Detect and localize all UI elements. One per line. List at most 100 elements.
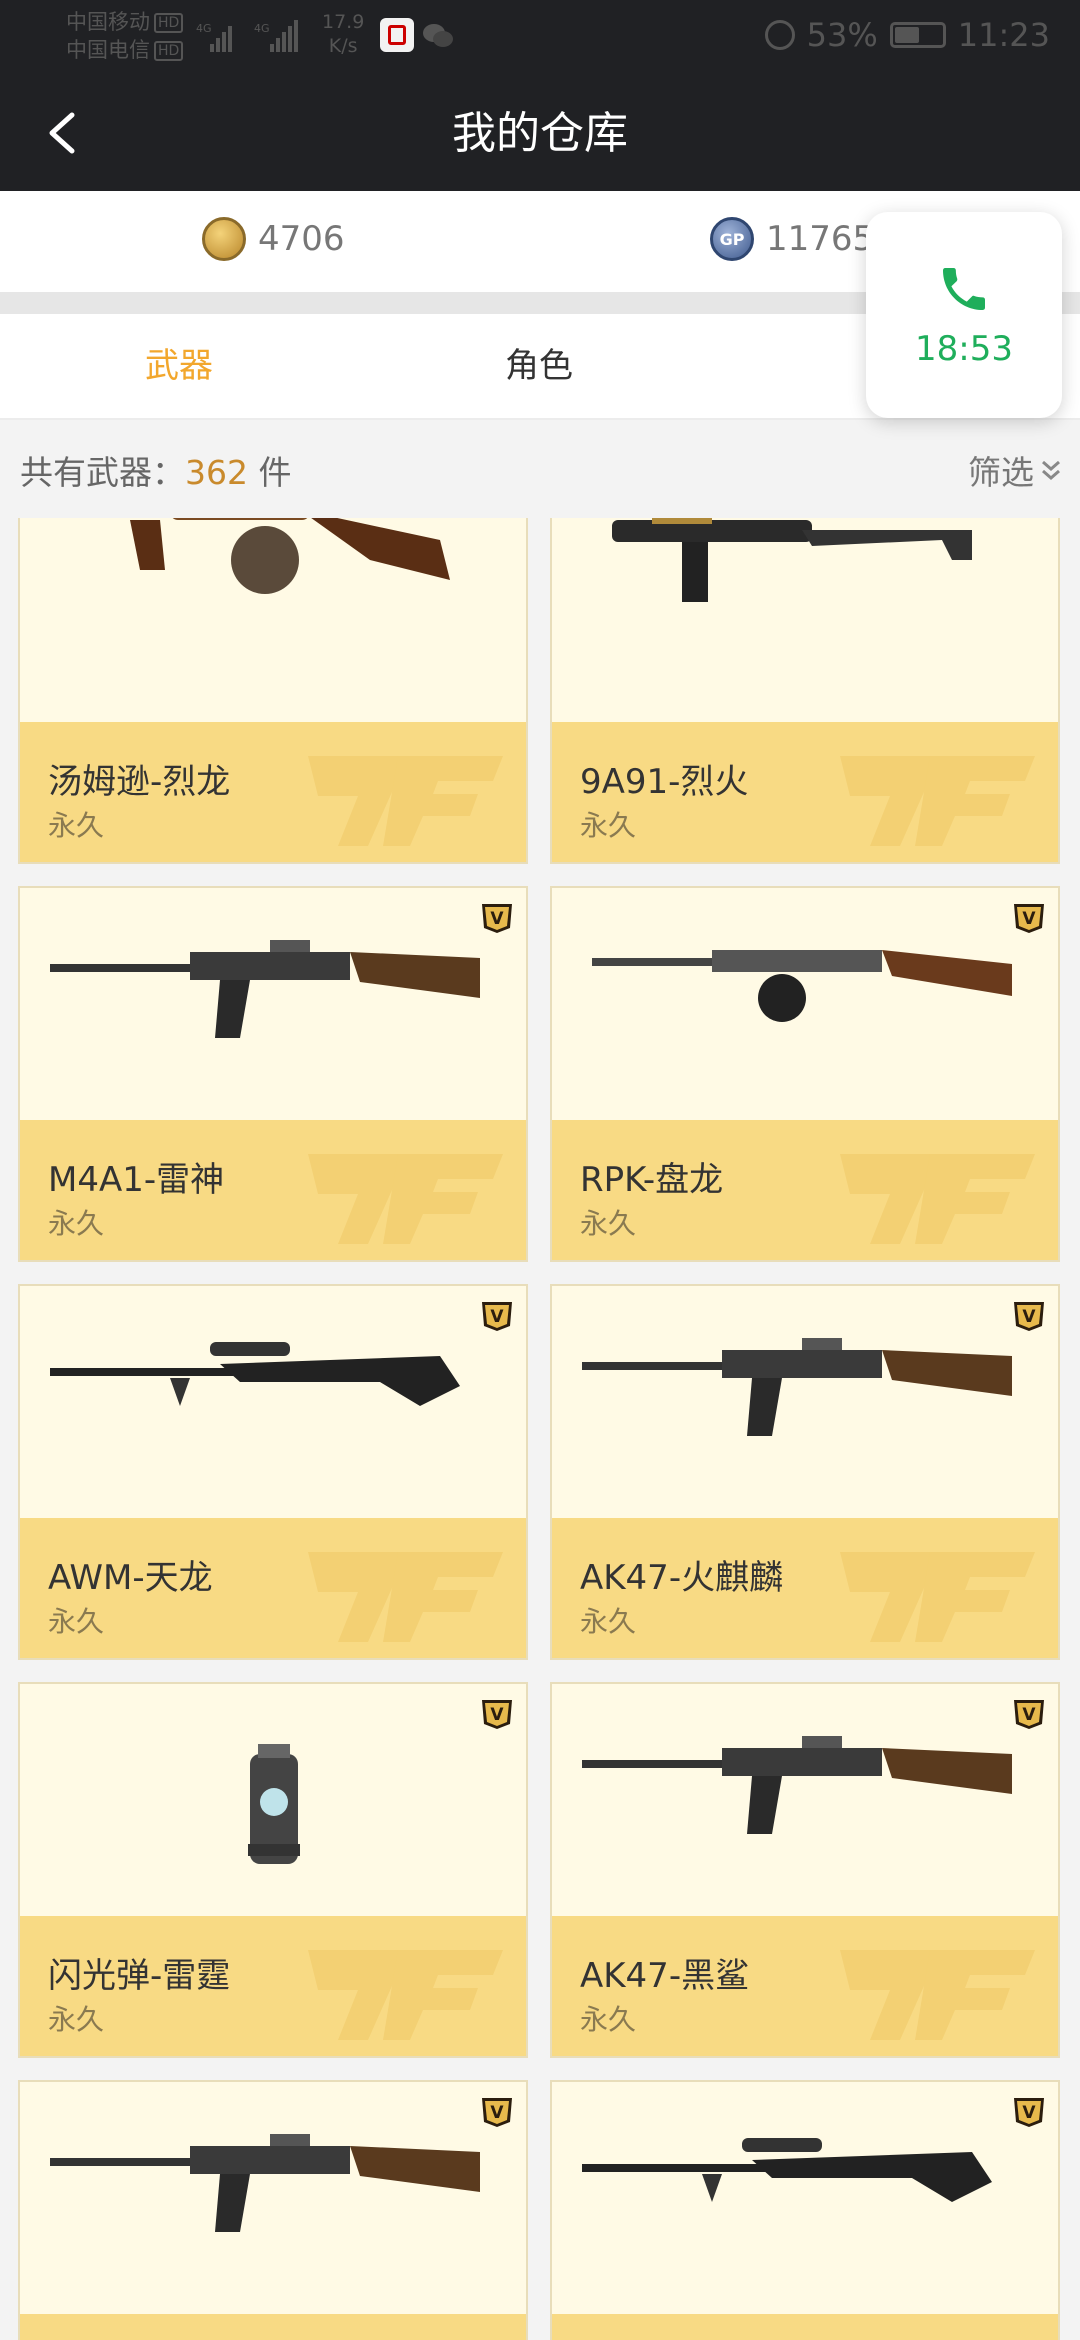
- weapon-name: 闪光弹-雷霆: [48, 1956, 231, 1996]
- count-unit: 件: [248, 453, 292, 492]
- summary-row: 共有武器：362 件 筛选: [0, 420, 1080, 518]
- rifle-icon: [552, 1684, 1058, 1916]
- cf-logo-watermark: [298, 2328, 508, 2340]
- smg-icon: [552, 518, 1058, 722]
- weapon-duration: 永久: [580, 1605, 637, 1638]
- weapon-grid: 汤姆逊-烈龙 永久 9A91-烈火 永久 V M4A1-雷神 永久 V RPK-盘龙 永久 V AWM…: [0, 518, 1080, 2340]
- weapon-name: AWM-天龙: [48, 1558, 213, 1598]
- phone-icon: [943, 268, 985, 310]
- weapon-card[interactable]: V 闪光弹-雷霆永久: [18, 1682, 528, 2058]
- svg-text:V: V: [1022, 1307, 1036, 1327]
- sniper-rifle-icon: [552, 2082, 1058, 2314]
- carrier-info: 中国移动 HD 中国电信 HD: [66, 8, 184, 64]
- gp-coin-icon: GP: [710, 217, 754, 261]
- tab-characters[interactable]: 角色: [505, 314, 573, 418]
- rifle-icon: [20, 2082, 526, 2314]
- svg-text:V: V: [1022, 2103, 1036, 2123]
- cf-logo-watermark: [830, 2328, 1040, 2340]
- cf-logo-watermark: [308, 756, 503, 846]
- weapon-card[interactable]: V AWM-天龙永久: [18, 1284, 528, 1660]
- call-floating-bubble[interactable]: 18:53: [866, 212, 1062, 418]
- network-speed: 17.9 K/s: [322, 10, 364, 58]
- hd-badge: HD: [154, 13, 184, 33]
- hd-badge: HD: [154, 41, 184, 61]
- weapon-duration: 永久: [48, 809, 105, 842]
- weapon-count: 共有武器：362 件: [20, 446, 292, 494]
- weapon-card[interactable]: 9A91-烈火永久: [550, 518, 1060, 864]
- battery-percent: 53%: [806, 16, 878, 54]
- weapon-duration: 永久: [48, 2003, 105, 2036]
- vip-badge-icon: V: [482, 904, 512, 933]
- cf-logo-watermark: [308, 1552, 503, 1642]
- svg-text:V: V: [1022, 909, 1036, 929]
- clock: 11:23: [957, 16, 1050, 54]
- tommy-gun-icon: [20, 518, 526, 722]
- weapon-card[interactable]: V AK47-火麒麟永久: [550, 1284, 1060, 1660]
- weapon-card-footer: 闪光弹-雷霆永久: [20, 1916, 526, 2056]
- weapon-card-footer: AWM-天龙永久: [20, 1518, 526, 1658]
- weapon-card-footer: Barrett-极光永久: [552, 2314, 1058, 2340]
- weapon-card-footer: M4A1-雷神 永久: [20, 1120, 526, 1260]
- cf-logo-watermark: [840, 1552, 1035, 1642]
- cf-points: 4706: [202, 217, 345, 261]
- weapon-duration: 永久: [580, 1207, 637, 1240]
- app-header: 我的仓库: [0, 76, 1080, 191]
- signal-icon: 4G 4G: [196, 20, 298, 52]
- weapon-name: RPK-盘龙: [580, 1160, 724, 1200]
- vip-badge-icon: V: [482, 2098, 512, 2127]
- weapon-name: AK47-火麒麟: [580, 1558, 784, 1598]
- count-label: 共有武器：: [20, 453, 185, 492]
- status-right: 53% 11:23: [764, 16, 1050, 54]
- weapon-duration: 永久: [48, 1605, 105, 1638]
- count-value: 362: [185, 453, 248, 492]
- cf-logo-watermark: [840, 1950, 1035, 2040]
- svg-text:V: V: [490, 1307, 504, 1327]
- weapon-name: AK47-黑鲨: [580, 1956, 750, 1996]
- weapon-duration: 永久: [580, 809, 637, 842]
- weapon-card[interactable]: V Barrett-极光永久: [550, 2080, 1060, 2340]
- weapon-card-footer: AK47-B 战士永久: [20, 2314, 526, 2340]
- cf-logo-watermark: [308, 1950, 503, 2040]
- speed-value: 17.9: [322, 11, 365, 33]
- svg-text:V: V: [490, 1705, 504, 1725]
- weapon-card[interactable]: V AK47-B 战士永久: [18, 2080, 528, 2340]
- status-bar: 中国移动 HD 中国电信 HD 4G 4G 17.9 K/s 53% 11:23: [0, 0, 1080, 76]
- weapon-card[interactable]: V RPK-盘龙永久: [550, 886, 1060, 1262]
- svg-text:V: V: [1022, 1705, 1036, 1725]
- weapon-card-footer: 汤姆逊-烈龙 永久: [20, 722, 526, 862]
- weapon-name: M4A1-雷神: [48, 1160, 225, 1200]
- cf-points-value: 4706: [258, 219, 345, 259]
- vip-badge-icon: V: [482, 1700, 512, 1729]
- weapon-card-footer: AK47-火麒麟永久: [552, 1518, 1058, 1658]
- weapon-card[interactable]: V AK47-黑鲨 永久: [550, 1682, 1060, 2058]
- cf-logo-watermark: [840, 756, 1035, 846]
- chevron-left-icon: [49, 112, 75, 154]
- svg-text:4G: 4G: [254, 22, 270, 35]
- carrier-1: 中国移动: [66, 10, 150, 34]
- cf-logo-watermark: [308, 1154, 503, 1244]
- call-duration: 18:53: [915, 329, 1013, 369]
- back-button[interactable]: [30, 101, 94, 165]
- weapon-card[interactable]: 汤姆逊-烈龙 永久: [18, 518, 528, 864]
- weapon-name: 9A91-烈火: [580, 762, 749, 802]
- battery-icon: [889, 22, 946, 48]
- wechat-icon: [423, 24, 453, 47]
- cf-coin-icon: [202, 217, 246, 261]
- alarm-icon: [764, 20, 795, 50]
- grenade-icon: [20, 1684, 526, 1916]
- vip-badge-icon: V: [1014, 1302, 1044, 1331]
- tab-weapons[interactable]: 武器: [145, 314, 213, 418]
- rifle-icon: [552, 1286, 1058, 1518]
- rifle-icon: [20, 888, 526, 1120]
- vip-badge-icon: V: [1014, 2098, 1044, 2127]
- svg-text:V: V: [490, 909, 504, 929]
- sniper-rifle-icon: [20, 1286, 526, 1518]
- cf-logo-watermark: [840, 1154, 1035, 1244]
- filter-button[interactable]: 筛选: [968, 446, 1062, 494]
- weapon-card-footer: RPK-盘龙永久: [552, 1120, 1058, 1260]
- weapon-card[interactable]: V M4A1-雷神 永久: [18, 886, 528, 1262]
- carrier-2: 中国电信: [66, 38, 150, 62]
- page-title: 我的仓库: [452, 108, 628, 159]
- machine-gun-icon: [552, 888, 1058, 1120]
- weapon-card-footer: 9A91-烈火永久: [552, 722, 1058, 862]
